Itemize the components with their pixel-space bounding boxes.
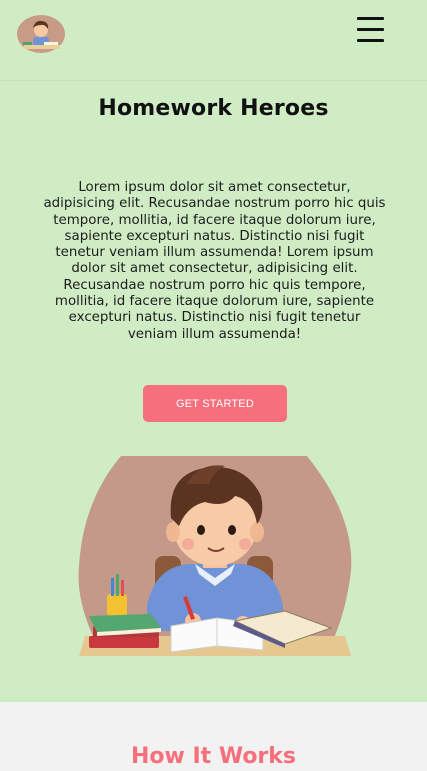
hero-description: Lorem ipsum dolor sit amet consectetur, … bbox=[43, 180, 386, 342]
section-title: How It Works bbox=[130, 744, 297, 769]
hero-title: Homework Heroes bbox=[98, 96, 329, 121]
logo-icon[interactable] bbox=[17, 15, 65, 53]
how-it-works-section: How It Works bbox=[0, 702, 427, 771]
get-started-button[interactable]: GET STARTED bbox=[143, 385, 287, 422]
hamburger-menu-icon[interactable] bbox=[355, 14, 387, 46]
site-header bbox=[0, 0, 427, 81]
boy-doing-homework-illustration bbox=[78, 456, 352, 656]
